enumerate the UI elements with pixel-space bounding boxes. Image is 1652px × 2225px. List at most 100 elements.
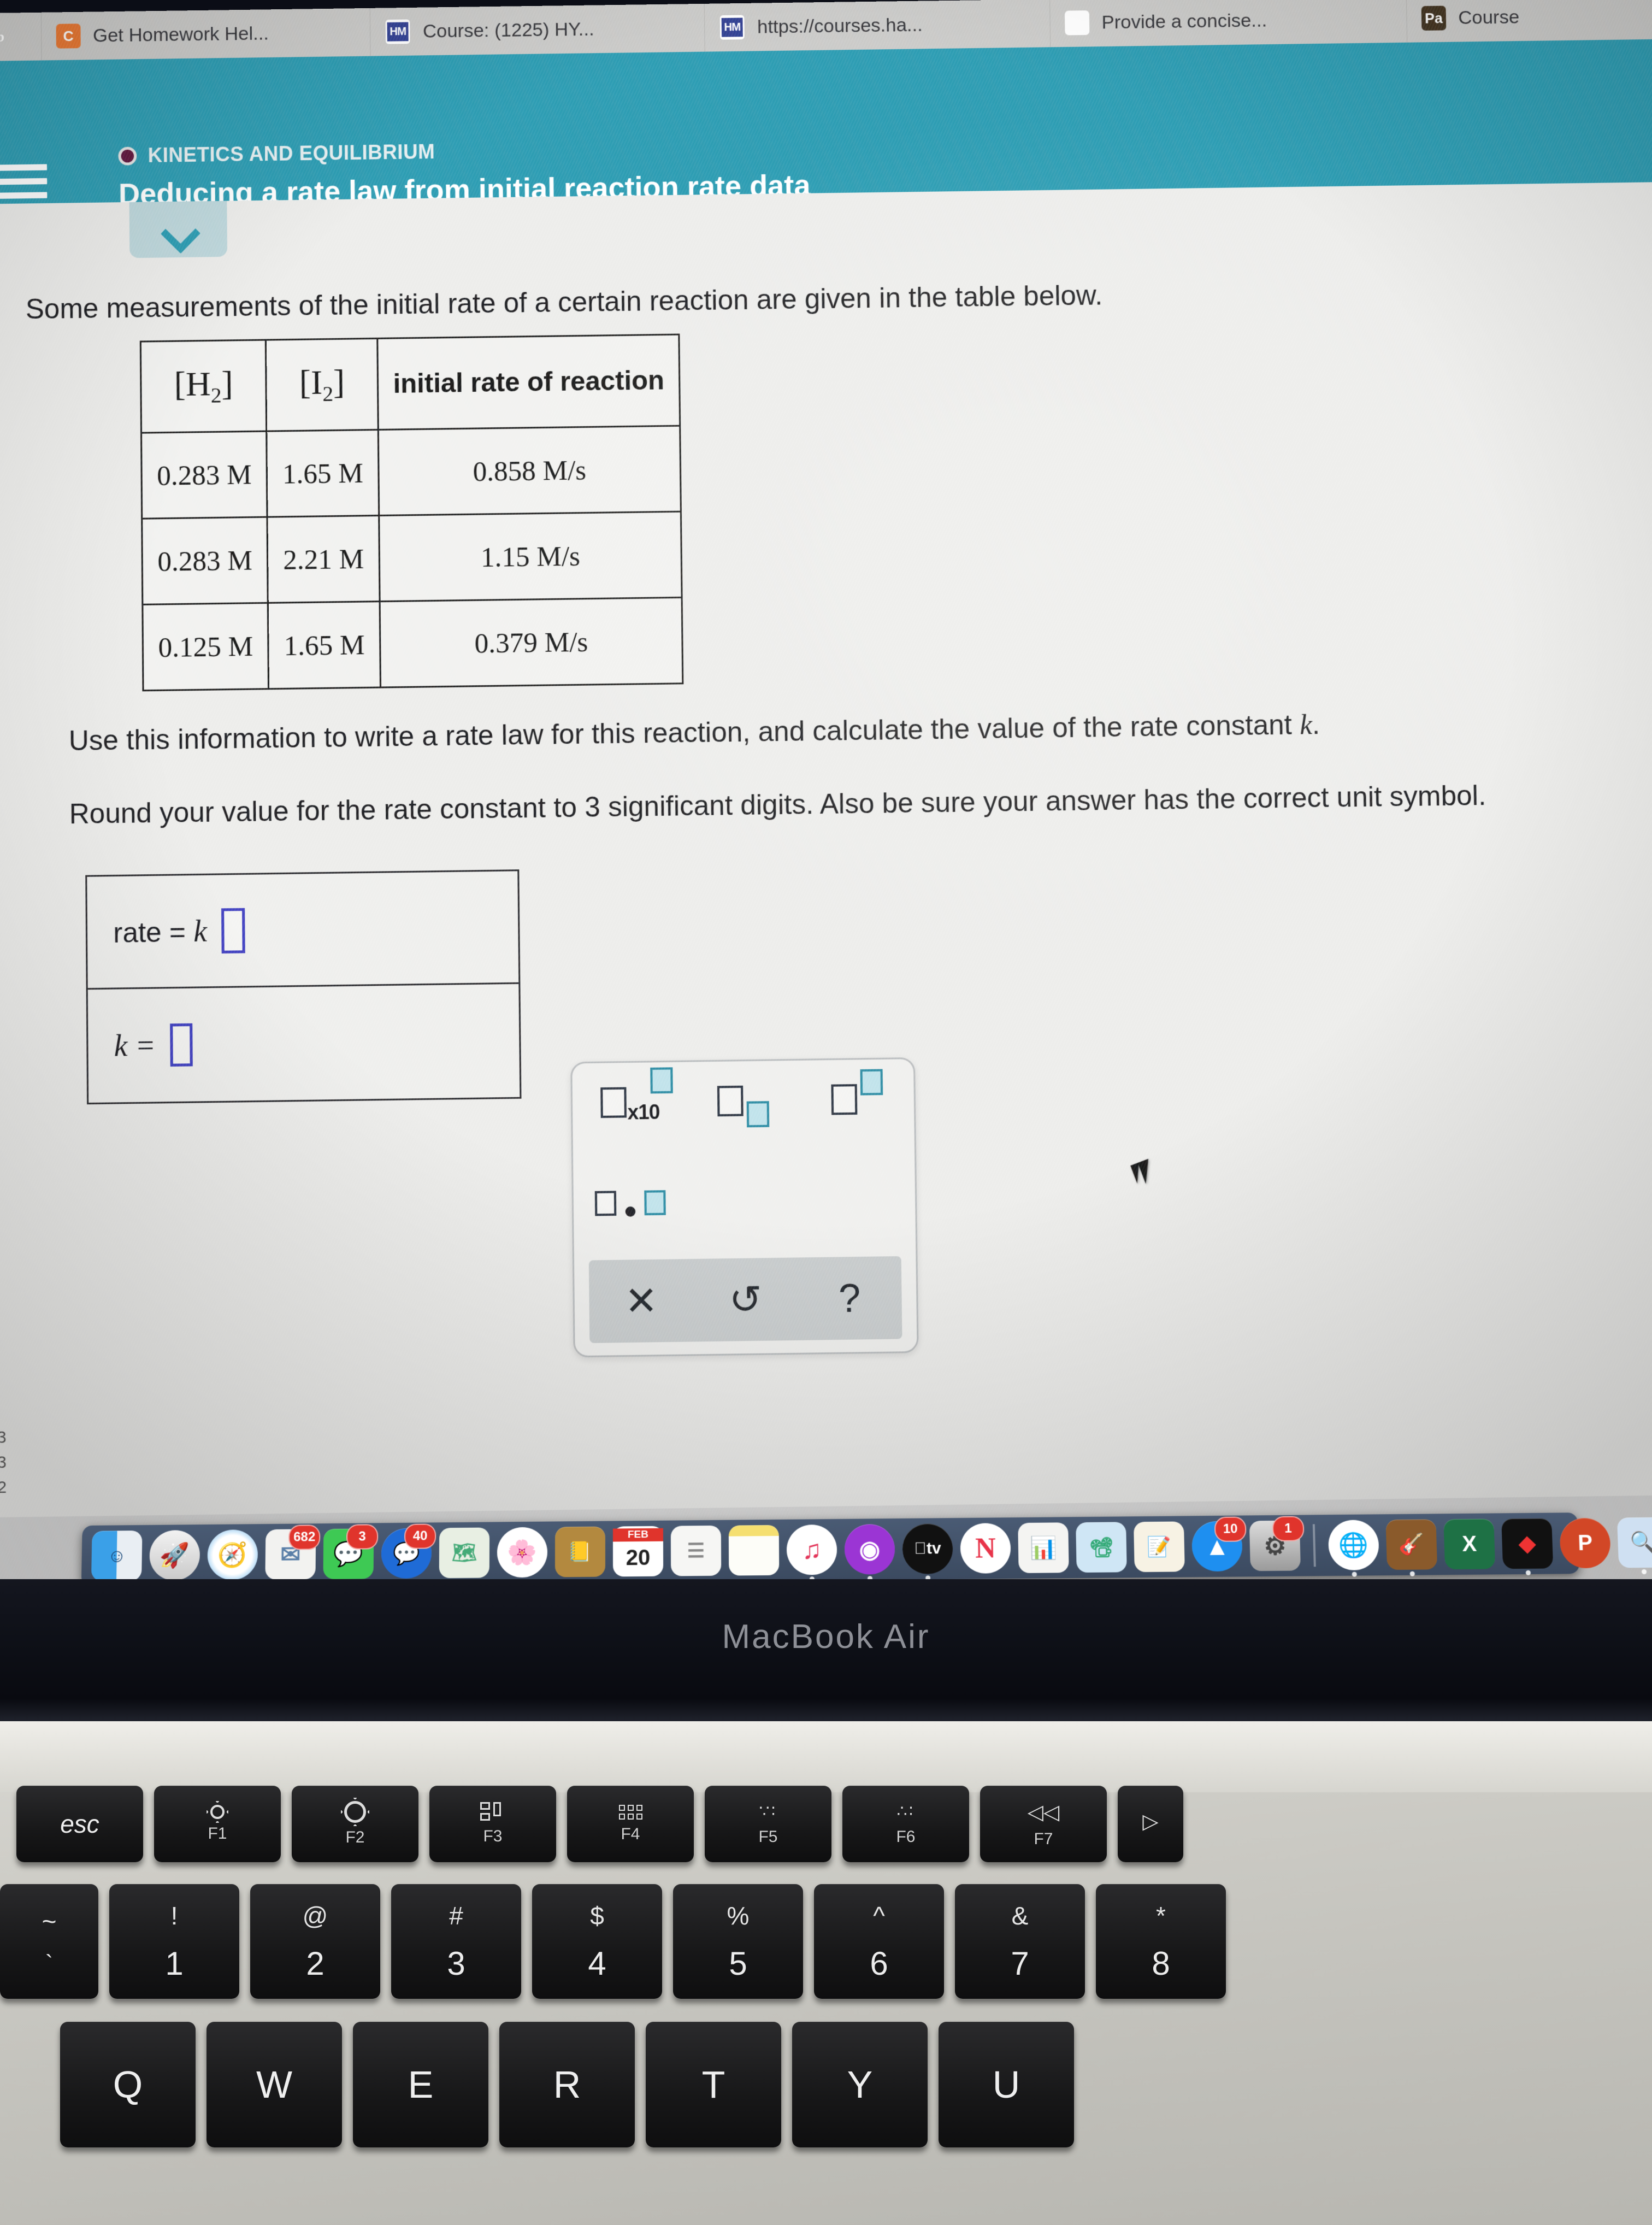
key-w[interactable]: W bbox=[206, 2022, 342, 2147]
keynote-icon[interactable]: 📽 bbox=[1076, 1522, 1127, 1573]
key-t[interactable]: T bbox=[646, 2022, 781, 2147]
key-4-lower: 4 bbox=[588, 1945, 606, 1982]
garageband-icon[interactable]: 🎸 bbox=[1385, 1519, 1438, 1576]
rate-law-input[interactable] bbox=[221, 908, 245, 953]
brightness-up-icon bbox=[341, 1798, 369, 1826]
cell-i2: 2.21 M bbox=[267, 515, 380, 603]
key-f1[interactable]: F1 bbox=[154, 1786, 281, 1862]
key-8[interactable]: * 8 bbox=[1096, 1884, 1226, 1999]
mail-icon[interactable]: ✉ 682 bbox=[265, 1524, 321, 1580]
system-preferences-icon[interactable]: ⚙ 1 bbox=[1249, 1516, 1305, 1571]
key-u[interactable]: U bbox=[939, 2022, 1074, 2147]
key-5[interactable]: % 5 bbox=[673, 1884, 803, 1999]
calendar-icon[interactable]: FEB 20 bbox=[612, 1526, 664, 1577]
key-4[interactable]: $ 4 bbox=[532, 1884, 662, 1999]
browser-tab-courses-url[interactable]: HM https://courses.ha... bbox=[704, 0, 1051, 52]
cell-h2: 0.283 M bbox=[141, 517, 268, 605]
browser-tab-pearson[interactable]: Pa Course bbox=[1406, 0, 1652, 43]
notes-icon[interactable] bbox=[728, 1524, 780, 1576]
preview-icon[interactable]: 🔍 bbox=[1616, 1517, 1652, 1575]
messages-icon[interactable]: 💬 3 bbox=[323, 1524, 379, 1580]
keyboard-backlight-down-icon: ∵∶ bbox=[759, 1802, 777, 1821]
key-5-lower: 5 bbox=[729, 1945, 747, 1982]
safari-icon[interactable]: 🧭 bbox=[207, 1529, 258, 1587]
subscript-icon bbox=[717, 1085, 770, 1128]
excel-icon[interactable]: X bbox=[1443, 1518, 1496, 1570]
key-8-upper: * bbox=[1156, 1901, 1166, 1930]
browser-tab-bookmark[interactable]: b bbox=[0, 12, 42, 61]
contacts-icon[interactable]: 📒 bbox=[554, 1526, 606, 1577]
key-f3[interactable]: F3 bbox=[429, 1786, 556, 1862]
keypad-spacer bbox=[687, 1167, 916, 1238]
news-icon[interactable]: N bbox=[960, 1523, 1011, 1574]
subscript-button[interactable] bbox=[686, 1066, 801, 1135]
key-6[interactable]: ^ 6 bbox=[814, 1884, 944, 1999]
exercise-content-panel: Some measurements of the initial rate of… bbox=[0, 182, 1652, 1682]
undo-button[interactable]: ↺ bbox=[693, 1257, 798, 1341]
key-f2[interactable]: F2 bbox=[292, 1786, 418, 1862]
bookmark-b-icon: b bbox=[0, 28, 5, 45]
pearson-icon: Pa bbox=[1421, 5, 1447, 31]
rate-constant-input[interactable] bbox=[170, 1023, 193, 1067]
facetime-icon[interactable]: 💬 40 bbox=[381, 1523, 436, 1585]
browser-tab-google[interactable]: G Provide a concise... bbox=[1050, 0, 1408, 48]
maps-icon[interactable]: 🗺 bbox=[439, 1527, 490, 1579]
key-3[interactable]: # 3 bbox=[391, 1884, 521, 1999]
clear-button[interactable]: ✕ bbox=[589, 1259, 694, 1343]
launchpad-icon[interactable]: 🚀 bbox=[149, 1530, 200, 1581]
key-f4[interactable]: F4 bbox=[567, 1786, 694, 1862]
app-store-badge: 10 bbox=[1214, 1516, 1247, 1542]
app-store-icon[interactable]: ▲ 10 bbox=[1191, 1516, 1247, 1572]
key-4-upper: $ bbox=[590, 1901, 604, 1930]
key-2-upper: @ bbox=[302, 1901, 328, 1930]
key-t-label: T bbox=[701, 2063, 725, 2106]
browser-tab-label: https://courses.ha... bbox=[757, 14, 923, 38]
key-f5[interactable]: ∵∶ F5 bbox=[705, 1786, 831, 1862]
multiply-dot-button[interactable] bbox=[573, 1169, 688, 1239]
key-1[interactable]: ! 1 bbox=[109, 1884, 239, 1999]
reminders-icon[interactable]: ☰ bbox=[670, 1525, 722, 1576]
collapse-panel-button[interactable] bbox=[129, 201, 228, 258]
numbers-icon[interactable]: 📊 bbox=[1018, 1522, 1069, 1574]
photos-icon[interactable]: 🌸 bbox=[497, 1527, 548, 1578]
dock-divider bbox=[1312, 1524, 1316, 1567]
key-esc[interactable]: esc bbox=[16, 1786, 143, 1862]
key-f8[interactable]: ▷ bbox=[1118, 1786, 1183, 1862]
key-tilde-upper: ~ bbox=[42, 1907, 57, 1935]
help-button[interactable]: ? bbox=[797, 1256, 902, 1340]
cell-i2: 1.65 M bbox=[268, 601, 381, 689]
key-tilde[interactable]: ~ ` bbox=[0, 1884, 98, 1999]
topic-label: KINETICS AND EQUILIBRIUM bbox=[148, 140, 435, 167]
rate-label: rate = k bbox=[113, 914, 208, 949]
finder-icon[interactable]: ☺ bbox=[91, 1531, 143, 1581]
chrome-icon[interactable]: 🌐 bbox=[1328, 1520, 1380, 1577]
key-y[interactable]: Y bbox=[792, 2022, 928, 2147]
hamburger-icon[interactable] bbox=[0, 164, 48, 202]
key-2[interactable]: @ 2 bbox=[250, 1884, 380, 1999]
superscript-button[interactable] bbox=[800, 1064, 914, 1134]
key-q[interactable]: Q bbox=[60, 2022, 196, 2147]
key-5-upper: % bbox=[727, 1901, 750, 1930]
question-line-1-period: . bbox=[1312, 708, 1320, 740]
table-row: 0.125 M 1.65 M 0.379 M/s bbox=[142, 597, 683, 691]
appletv-icon[interactable]: tv bbox=[902, 1523, 953, 1581]
scientific-notation-button[interactable]: x10 bbox=[572, 1067, 687, 1137]
adobe-acrobat-icon[interactable]: ◆ bbox=[1501, 1518, 1554, 1575]
key-f7[interactable]: ◁◁ F7 bbox=[980, 1786, 1107, 1862]
music-icon[interactable]: ♫ bbox=[786, 1524, 837, 1582]
k-label: k = bbox=[114, 1028, 156, 1063]
key-f6[interactable]: ∴∶ F6 bbox=[842, 1786, 969, 1862]
key-e[interactable]: E bbox=[353, 2022, 488, 2147]
browser-tab-course[interactable]: HM Course: (1225) HY... bbox=[370, 3, 705, 56]
cell-i2: 1.65 M bbox=[267, 429, 379, 517]
browser-tab-chegg[interactable]: C Get Homework Hel... bbox=[41, 8, 371, 61]
pages-icon[interactable]: 📝 bbox=[1134, 1521, 1185, 1573]
mcgraw-hill-icon: HM bbox=[719, 14, 745, 40]
podcasts-icon[interactable]: ◉ bbox=[844, 1524, 895, 1581]
key-7[interactable]: & 7 bbox=[955, 1884, 1085, 1999]
cell-rate: 0.379 M/s bbox=[380, 597, 683, 688]
column-header-rate: initial rate of reaction bbox=[377, 334, 681, 430]
key-r[interactable]: R bbox=[499, 2022, 635, 2147]
cell-h2: 0.125 M bbox=[142, 603, 269, 691]
key-f2-label: F2 bbox=[345, 1828, 365, 1846]
